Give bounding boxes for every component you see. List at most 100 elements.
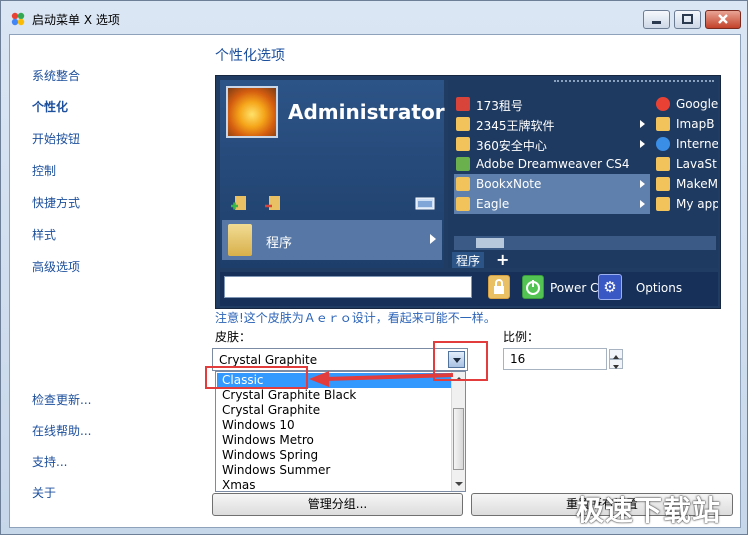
chevron-right-icon (430, 234, 436, 244)
page-title: 个性化选项 (215, 48, 285, 64)
list-item-label: Google (676, 97, 718, 111)
options-text: Options (635, 281, 683, 295)
folder-icon (656, 197, 670, 211)
power-icon (526, 280, 540, 295)
list-item[interactable]: My app (654, 194, 718, 214)
folder-add-icon (231, 196, 246, 210)
programs-menu-item[interactable]: 程序 (222, 220, 442, 260)
folder-icon (456, 117, 470, 131)
minimize-button[interactable] (643, 10, 670, 29)
folder-icon (656, 117, 670, 131)
close-button[interactable] (705, 10, 741, 29)
scroll-thumb[interactable] (476, 238, 504, 248)
list-item[interactable]: Adobe Dreamweaver CS4 (454, 154, 650, 174)
list-item-label: LavaSt (676, 157, 717, 171)
list-item-label: 173租号 (476, 99, 523, 113)
list-item[interactable]: Crystal Graphite Black (217, 388, 453, 403)
sidebar-item-advanced[interactable]: 高级选项 (32, 258, 80, 275)
sidebar-item-system[interactable]: 系统整合 (32, 67, 80, 84)
list-item[interactable]: Crystal Graphite (217, 403, 453, 418)
list-item-label: MakeM (676, 177, 718, 191)
horizontal-scrollbar[interactable] (454, 236, 716, 250)
title-bar[interactable]: 启动菜单 X 选项 (1, 1, 747, 34)
chevron-right-icon (640, 140, 645, 148)
scroll-thumb[interactable] (453, 408, 464, 470)
watermark: 极速下载站 (576, 494, 722, 527)
start-menu-preview: Administrator 程序 173租号 2345王牌软件 360安全中心 … (215, 75, 721, 309)
folder-remove-icon (265, 196, 280, 210)
list-item[interactable]: Windows Spring (217, 448, 453, 463)
chevron-right-icon (640, 120, 645, 128)
list-item[interactable]: ImapB (654, 114, 718, 134)
scroll-down-icon[interactable] (455, 482, 463, 486)
window-title: 启动菜单 X 选项 (32, 13, 120, 27)
list-item[interactable]: Google (654, 94, 718, 114)
preview-right-pane: 173租号 2345王牌软件 360安全中心 Adobe Dreamweaver… (448, 80, 718, 268)
programs-label: 程序 (266, 236, 293, 251)
ratio-value: 16 (510, 352, 526, 366)
minimize-icon (652, 21, 661, 24)
preview-left-pane: Administrator 程序 (220, 80, 445, 268)
preview-username: Administrator (288, 100, 445, 124)
list-item[interactable]: Eagle (454, 194, 650, 214)
dreamweaver-icon (456, 157, 470, 171)
list-item[interactable]: BookxNote (454, 174, 650, 194)
ratio-label: 比例： (503, 330, 540, 344)
support-link[interactable]: 支持... (32, 453, 67, 470)
lock-button[interactable] (488, 275, 510, 299)
chrome-icon (656, 97, 670, 111)
skin-dropdown-list[interactable]: Classic Crystal Graphite Black Crystal G… (215, 371, 466, 492)
list-item-label: BookxNote (476, 177, 542, 191)
power-button[interactable] (522, 275, 544, 299)
list-item-label: Adobe Dreamweaver CS4 (476, 157, 630, 171)
list-item[interactable]: Windows Metro (217, 433, 453, 448)
list-item[interactable]: 2345王牌软件 (454, 114, 650, 134)
ratio-input[interactable]: 16 (503, 348, 607, 370)
list-item-label: Eagle (476, 197, 510, 211)
list-item[interactable]: MakeM (654, 174, 718, 194)
list-item[interactable]: LavaSt (654, 154, 718, 174)
sidebar-item-style[interactable]: 样式 (32, 226, 56, 243)
search-input[interactable] (224, 276, 472, 298)
list-item[interactable]: Interne (654, 134, 718, 154)
vertical-scrollbar[interactable] (451, 372, 465, 491)
internet-explorer-icon (656, 137, 670, 151)
list-item[interactable]: Windows Summer (217, 463, 453, 478)
annotation-box-classic (205, 366, 308, 389)
annotation-arrow-icon (309, 371, 454, 387)
spin-down-button[interactable] (609, 359, 623, 369)
resize-grip[interactable] (554, 80, 714, 84)
sidebar-item-shortcuts[interactable]: 快捷方式 (32, 194, 80, 211)
app-icon (456, 97, 470, 111)
list-item[interactable]: 173租号 (454, 94, 650, 114)
tab-programs[interactable]: 程序 (452, 252, 485, 268)
options-window: 启动菜单 X 选项 系统整合 个性化 开始按钮 控制 快捷方式 样式 高级选项 … (0, 0, 748, 535)
check-updates-link[interactable]: 检查更新... (32, 391, 91, 408)
window-icon (415, 197, 435, 210)
chevron-right-icon (640, 200, 645, 208)
maximize-button[interactable] (674, 10, 701, 29)
folder-icon (456, 177, 470, 191)
sidebar-item-control[interactable]: 控制 (32, 162, 56, 179)
list-item-label: 2345王牌软件 (476, 119, 555, 133)
preview-bottom-bar: Power Co Options ⚙ (220, 272, 718, 306)
sidebar-item-personalize[interactable]: 个性化 (32, 98, 68, 115)
spin-up-button[interactable] (609, 349, 623, 359)
user-avatar (226, 86, 278, 138)
skin-label: 皮肤： (215, 330, 252, 344)
close-icon (718, 14, 728, 24)
list-item-label: 360安全中心 (476, 139, 547, 153)
list-item-label: My app (676, 197, 718, 211)
list-item[interactable]: 360安全中心 (454, 134, 650, 154)
manage-groups-button[interactable]: 管理分组... (212, 493, 463, 516)
online-help-link[interactable]: 在线帮助... (32, 422, 91, 439)
add-tab-icon[interactable]: + (496, 250, 509, 268)
list-item[interactable]: Windows 10 (217, 418, 453, 433)
sidebar-item-start-button[interactable]: 开始按钮 (32, 130, 80, 147)
settings-gear-icon[interactable]: ⚙ (598, 274, 622, 300)
list-item[interactable]: Xmas (217, 478, 453, 493)
lock-icon (494, 279, 504, 294)
list-item-label: ImapB (676, 117, 715, 131)
chevron-down-icon (613, 365, 619, 369)
about-link[interactable]: 关于 (32, 484, 56, 501)
